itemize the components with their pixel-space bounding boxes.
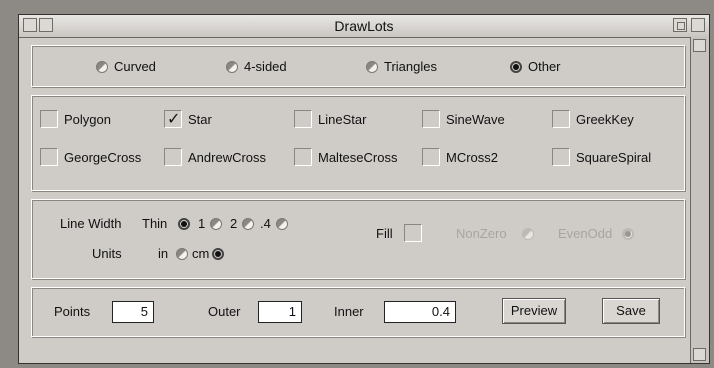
- outer-label: Outer: [208, 304, 241, 319]
- radio-indicator: [366, 60, 378, 73]
- vertical-scrollbar[interactable]: [690, 37, 709, 363]
- nonzero-label: NonZero: [456, 226, 507, 241]
- checkbox-box: [40, 148, 58, 166]
- radio-triangles[interactable]: Triangles: [366, 59, 437, 74]
- parameters-panel: Points 5 Outer 1 Inner 0.4 Preview Save: [31, 287, 685, 337]
- title-bar[interactable]: DrawLots: [19, 15, 709, 38]
- units-label: Units: [92, 246, 122, 261]
- radio-width-1[interactable]: [210, 218, 222, 230]
- radio-units-cm[interactable]: [212, 248, 224, 260]
- width-4-label: .4: [260, 216, 271, 231]
- radio-units-in[interactable]: [176, 248, 188, 260]
- checkbox-label: AndrewCross: [188, 149, 267, 165]
- checkbox-linestar[interactable]: LineStar: [294, 110, 366, 128]
- window-title: DrawLots: [334, 18, 394, 34]
- points-field[interactable]: 5: [112, 301, 154, 323]
- checkbox-label: SineWave: [446, 111, 505, 127]
- radio-label: Curved: [114, 59, 156, 74]
- radio-label: Triangles: [384, 59, 437, 74]
- units-in-label: in: [158, 246, 169, 261]
- scroll-down-icon[interactable]: [693, 348, 706, 361]
- checkbox-squarespiral[interactable]: SquareSpiral: [552, 148, 651, 166]
- checkbox-label: LineStar: [318, 111, 367, 127]
- checkbox-label: Star: [188, 111, 212, 127]
- radio-curved[interactable]: Curved: [96, 59, 156, 74]
- drawlots-window: DrawLots Curved 4-sided Triangles Other …: [18, 14, 710, 364]
- thin-label: Thin: [142, 216, 168, 231]
- outer-field[interactable]: 1: [258, 301, 302, 323]
- shape-type-panel: Curved 4-sided Triangles Other: [31, 45, 685, 87]
- save-button[interactable]: Save: [602, 298, 660, 324]
- checkbox-box: [552, 110, 570, 128]
- checkbox-box: [40, 110, 58, 128]
- checkbox-label: MCross2: [446, 149, 499, 165]
- checkbox-label: SquareSpiral: [576, 149, 652, 165]
- points-label: Points: [54, 304, 91, 319]
- checkbox-greekkey[interactable]: GreekKey: [552, 110, 634, 128]
- shapes-panel: Polygon Star LineStar SineWave GreekKey …: [31, 95, 685, 191]
- checkbox-label: MalteseCross: [318, 149, 398, 165]
- checkbox-box: [422, 148, 440, 166]
- checkbox-label: Polygon: [64, 111, 111, 127]
- units-cm-label: cm: [192, 246, 210, 261]
- checkbox-maltesecross[interactable]: MalteseCross: [294, 148, 397, 166]
- radio-label: 4-sided: [244, 59, 287, 74]
- radio-indicator: [96, 60, 108, 73]
- checkbox-box: [164, 148, 182, 166]
- maximize-icon[interactable]: [691, 18, 705, 32]
- fill-label: Fill: [376, 226, 393, 241]
- inner-field[interactable]: 0.4: [384, 301, 456, 323]
- radio-width-4[interactable]: [276, 218, 288, 230]
- radio-width-2[interactable]: [242, 218, 254, 230]
- options-panel: Line Width Thin 1 2 .4 Units in cm Fill …: [31, 199, 685, 279]
- scroll-up-icon[interactable]: [693, 39, 706, 52]
- radio-indicator: [226, 60, 238, 73]
- line-width-label: Line Width: [60, 216, 122, 231]
- radio-nonzero[interactable]: [522, 228, 534, 240]
- evenodd-label: EvenOdd: [558, 226, 613, 241]
- checkbox-box: [552, 148, 570, 166]
- checkbox-box: [164, 109, 182, 129]
- checkbox-sinewave[interactable]: SineWave: [422, 110, 505, 128]
- checkbox-mcross2[interactable]: MCross2: [422, 148, 498, 166]
- checkbox-box: [294, 148, 312, 166]
- radio-indicator: [510, 60, 522, 73]
- radio-4-sided[interactable]: 4-sided: [226, 59, 287, 74]
- inner-label: Inner: [334, 304, 364, 319]
- checkbox-box: [294, 110, 312, 128]
- checkbox-box: [422, 110, 440, 128]
- checkbox-andrewcross[interactable]: AndrewCross: [164, 148, 266, 166]
- checkbox-georgecross[interactable]: GeorgeCross: [40, 148, 141, 166]
- radio-label: Other: [528, 59, 561, 74]
- checkbox-label: GreekKey: [576, 111, 634, 127]
- preview-button[interactable]: Preview: [502, 298, 566, 324]
- width-2-label: 2: [230, 216, 238, 231]
- fill-checkbox[interactable]: [404, 224, 422, 242]
- checkbox-polygon[interactable]: Polygon: [40, 110, 111, 128]
- checkbox-star[interactable]: Star: [164, 109, 212, 129]
- width-1-label: 1: [198, 216, 206, 231]
- checkbox-label: GeorgeCross: [64, 149, 142, 165]
- radio-evenodd[interactable]: [622, 228, 634, 240]
- radio-other[interactable]: Other: [510, 59, 561, 74]
- radio-thin[interactable]: [178, 218, 190, 230]
- minimize-icon[interactable]: [673, 18, 687, 32]
